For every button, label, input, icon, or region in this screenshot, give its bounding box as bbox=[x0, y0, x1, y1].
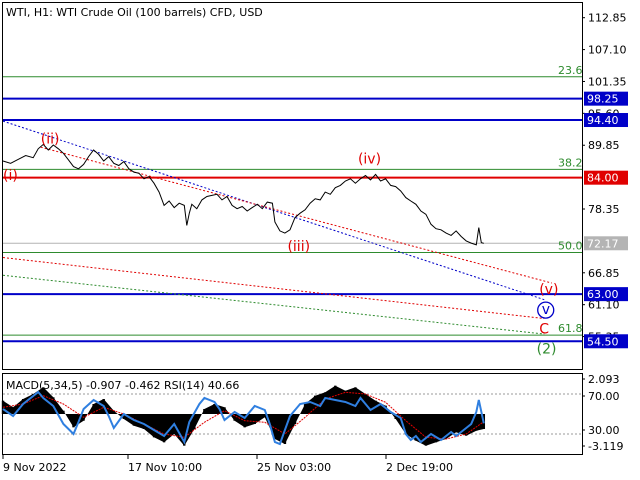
macd-tick-label-3: -3.119 bbox=[588, 440, 623, 453]
macd-tick-label-0: 2.093 bbox=[588, 373, 620, 386]
fib-label-0: 23.6 bbox=[558, 64, 583, 77]
wave-label-3: (iii) bbox=[287, 239, 310, 255]
macd-tick-label-2: 30.00 bbox=[588, 424, 620, 437]
wave-label-1: (i) bbox=[3, 168, 18, 184]
level-tag-label-2: 84.00 bbox=[587, 172, 619, 185]
fib-label-1: 38.2 bbox=[558, 156, 583, 169]
price-chart: 23.6 38.2 50.0 61.8 (ii) (i) (iv) (iii) (v) vC (2… bbox=[1, 2, 628, 474]
price-tick-label-1: 107.10 bbox=[588, 44, 627, 57]
fib-label-3: 61.8 bbox=[558, 322, 583, 335]
level-tag-label-4: 63.00 bbox=[587, 288, 619, 301]
price-tick-label-6: 66.85 bbox=[588, 267, 620, 280]
wave-label-2: (iv) bbox=[358, 151, 381, 167]
wave-label-0: (ii) bbox=[41, 131, 60, 147]
trend-lines bbox=[2, 120, 552, 335]
level-tag-label-0: 98.25 bbox=[587, 93, 619, 106]
time-tick-label-2: 25 Nov 03:00 bbox=[257, 461, 331, 474]
macd-tick-label-1: 70.00 bbox=[588, 390, 620, 403]
wave-label-6: C bbox=[539, 322, 549, 338]
time-tick-label-1: 17 Nov 10:00 bbox=[128, 461, 202, 474]
level-tag-label-1: 94.40 bbox=[587, 114, 619, 127]
price-tick-label-4: 89.85 bbox=[588, 139, 620, 152]
trend-line-1 bbox=[40, 146, 552, 284]
time-tick-label-3: 2 Dec 19:00 bbox=[386, 461, 453, 474]
trend-line-3 bbox=[2, 274, 545, 335]
chart-title: WTI, H1: WTI Crude Oil (100 barrels) CFD… bbox=[6, 6, 263, 19]
macd-axis-ticks: 2.093 70.00 30.00 -3.119 bbox=[582, 373, 623, 453]
macd-title: MACD(5,34,5) -0.907 -0.462 RSI(14) 40.66 bbox=[6, 379, 239, 392]
wave-label-7: (2) bbox=[537, 341, 557, 357]
time-tick-label-0: 9 Nov 2022 bbox=[3, 461, 66, 474]
wave-label-4: (v) bbox=[539, 282, 558, 298]
price-tick-label-5: 78.35 bbox=[588, 203, 620, 216]
price-tick-label-2: 101.35 bbox=[588, 75, 627, 88]
trend-line-2 bbox=[2, 257, 545, 320]
level-tag-label-3: 72.17 bbox=[587, 237, 619, 250]
horizontal-levels bbox=[3, 97, 582, 343]
level-tag-label-5: 54.50 bbox=[587, 335, 619, 348]
fib-label-2: 50.0 bbox=[558, 240, 583, 253]
wave-label-5: v bbox=[542, 302, 550, 318]
price-line-group bbox=[2, 143, 484, 246]
price-tick-label-0: 112.85 bbox=[588, 12, 627, 25]
macd-histogram-area bbox=[3, 385, 484, 446]
main-chart-frame bbox=[2, 2, 583, 370]
macd-panel bbox=[1, 385, 582, 446]
time-axis-ticks: 9 Nov 2022 17 Nov 10:00 25 Nov 03:00 2 Dec … bbox=[2, 455, 453, 474]
price-line bbox=[2, 143, 484, 246]
